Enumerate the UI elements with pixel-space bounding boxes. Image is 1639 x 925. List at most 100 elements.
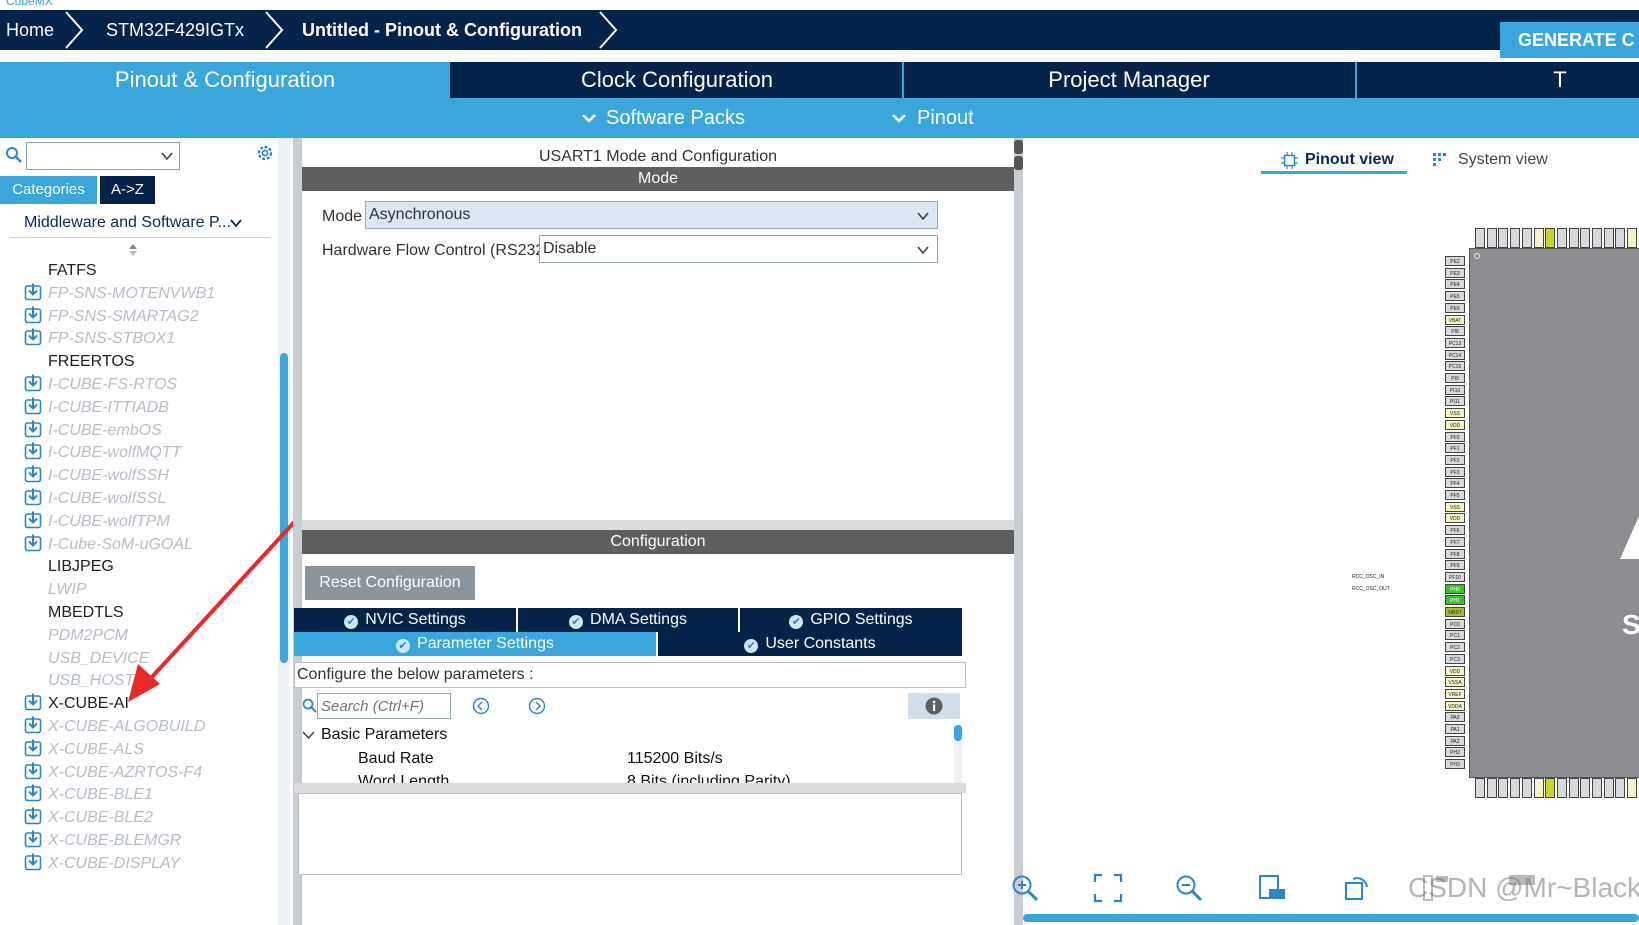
chip-pin[interactable]: PF8: [1445, 548, 1465, 559]
list-item[interactable]: FREERTOS: [24, 350, 135, 373]
collapse-handle[interactable]: [1014, 156, 1023, 170]
chip-body[interactable]: ST: [1469, 248, 1639, 778]
next-match-icon[interactable]: [528, 697, 546, 715]
basic-parameters-group[interactable]: Basic Parameters: [321, 726, 447, 744]
tab-gpio-settings[interactable]: ✔ GPIO Settings: [740, 608, 962, 632]
chip-pin[interactable]: [1486, 778, 1497, 798]
breadcrumb-device[interactable]: STM32F429IGTx: [106, 10, 244, 50]
breadcrumb-home[interactable]: Home: [6, 10, 54, 50]
chip-pin[interactable]: PI8: [1445, 326, 1465, 337]
list-item[interactable]: I-CUBE-embOS: [24, 419, 162, 442]
list-item[interactable]: I-CUBE-ITTIADB: [24, 396, 169, 419]
chip-pin[interactable]: PA0: [1445, 712, 1465, 723]
list-item[interactable]: I-CUBE-wolfMQTT: [24, 441, 181, 464]
chip-pin[interactable]: VREF: [1445, 688, 1465, 699]
chip-pin[interactable]: [1627, 778, 1638, 798]
chip-pin[interactable]: [1510, 778, 1521, 798]
chip-pin[interactable]: [1545, 228, 1556, 248]
chip-pin[interactable]: PH0: [1445, 583, 1465, 594]
info-button[interactable]: [908, 693, 960, 719]
chip-pin[interactable]: PF3: [1445, 466, 1465, 477]
chip-pin[interactable]: [1521, 778, 1532, 798]
chip-pin[interactable]: VBAT: [1445, 314, 1465, 325]
chip-pin[interactable]: [1556, 778, 1567, 798]
list-item[interactable]: FP-SNS-MOTENVWB1: [24, 282, 215, 305]
rotate-icon[interactable]: [1341, 873, 1371, 903]
chip-pin[interactable]: PE4: [1445, 279, 1465, 290]
baud-rate-value[interactable]: 115200 Bits/s: [627, 750, 723, 768]
chip-pin[interactable]: PH3: [1445, 759, 1465, 770]
chip-pin[interactable]: [1521, 228, 1532, 248]
chip-pin[interactable]: NRST: [1445, 607, 1465, 617]
chip-pin[interactable]: PE3: [1445, 267, 1465, 278]
list-item[interactable]: USB_DEVICE: [24, 647, 149, 670]
chip-pin[interactable]: PI9: [1445, 373, 1465, 383]
tab-system-view[interactable]: System view: [1433, 146, 1563, 174]
list-item[interactable]: X-CUBE-ALS: [24, 738, 144, 761]
chip-pin[interactable]: PF7: [1445, 536, 1465, 547]
chip-pin[interactable]: PC1: [1445, 630, 1465, 641]
list-item[interactable]: X-CUBE-AZRTOS-F4: [24, 761, 202, 784]
chip-pin[interactable]: VDD: [1445, 665, 1465, 676]
chip-pin[interactable]: PE2: [1445, 256, 1465, 266]
chip-pin[interactable]: [1510, 228, 1521, 248]
list-item[interactable]: LWIP: [24, 578, 87, 601]
list-item[interactable]: MBEDTLS: [24, 601, 124, 624]
chip-pin[interactable]: VDDA: [1445, 700, 1465, 711]
chip-pin[interactable]: PC3: [1445, 653, 1465, 664]
flow-control-select[interactable]: Disable: [539, 235, 938, 263]
chip-pin[interactable]: [1592, 228, 1602, 248]
list-item[interactable]: X-CUBE-BLEMGR: [24, 829, 181, 852]
reset-configuration-button[interactable]: Reset Configuration: [305, 566, 475, 600]
list-item[interactable]: I-Cube-SoM-uGOAL: [24, 533, 193, 556]
chip-pin[interactable]: VDD: [1445, 513, 1465, 524]
chip-pin[interactable]: [1615, 228, 1626, 248]
chip-pin[interactable]: [1603, 228, 1614, 248]
panel-splitter[interactable]: [1014, 138, 1023, 925]
tab-dma-settings[interactable]: ✔ DMA Settings: [518, 608, 738, 632]
chip-pin[interactable]: [1615, 778, 1626, 798]
generate-code-button[interactable]: GENERATE C: [1500, 22, 1639, 58]
chevron-down-icon[interactable]: [302, 730, 315, 740]
zoom-in-icon[interactable]: [1010, 873, 1040, 903]
chip-pin[interactable]: PF5: [1445, 490, 1465, 500]
chip-pin[interactable]: PF10: [1445, 571, 1465, 582]
chip-pin[interactable]: [1580, 778, 1591, 798]
chip-pin[interactable]: PA2: [1445, 735, 1465, 746]
breadcrumb-project[interactable]: Untitled - Pinout & Configuration: [302, 10, 582, 50]
chip-pin[interactable]: [1627, 228, 1638, 248]
list-item[interactable]: USB_HOST: [24, 669, 134, 692]
chip-pin[interactable]: PF2: [1445, 454, 1465, 465]
chip-pin[interactable]: PF0: [1445, 431, 1465, 442]
tab-pinout-configuration[interactable]: Pinout & Configuration: [0, 62, 450, 98]
horizontal-scrollbar-thumb[interactable]: [1023, 914, 1639, 922]
category-dropdown[interactable]: Middleware and Software P...: [10, 208, 270, 238]
zoom-out-icon[interactable]: [1174, 873, 1204, 903]
chip-pin[interactable]: PC15: [1445, 361, 1465, 372]
mcu-chip[interactable]: ST PE2PE3PE4PE5PE6VBATPI8PC13PC14PC15PI9…: [1352, 228, 1639, 868]
list-item[interactable]: I-CUBE-wolfTPM: [24, 510, 170, 533]
list-item[interactable]: LIBJPEG: [24, 555, 114, 578]
chip-pin[interactable]: [1498, 778, 1509, 798]
chip-pin[interactable]: [1568, 778, 1579, 798]
list-item[interactable]: PDM2PCM: [24, 624, 128, 647]
software-packs-menu[interactable]: Software Packs: [606, 98, 745, 138]
list-item[interactable]: X-CUBE-BLE1: [24, 783, 153, 806]
chip-pin[interactable]: [1556, 228, 1567, 248]
collapse-handle[interactable]: [1014, 140, 1023, 154]
chip-pin[interactable]: VSSA: [1445, 677, 1465, 688]
parameter-search-input[interactable]: [317, 693, 451, 719]
chip-pin[interactable]: PI10: [1445, 384, 1465, 395]
pinout-menu[interactable]: Pinout: [917, 98, 974, 138]
chip-pin[interactable]: [1475, 778, 1485, 798]
mode-select[interactable]: Asynchronous: [365, 201, 938, 229]
tab-tools[interactable]: T: [1545, 62, 1575, 98]
chip-pin[interactable]: PC13: [1445, 337, 1465, 348]
list-item[interactable]: I-CUBE-FS-RTOS: [24, 373, 177, 396]
chip-pin[interactable]: [1475, 228, 1485, 248]
list-item[interactable]: I-CUBE-wolfSSL: [24, 487, 166, 510]
chip-pin[interactable]: [1486, 228, 1497, 248]
list-item[interactable]: FATFS: [24, 259, 97, 282]
tab-parameter-settings[interactable]: ✔ Parameter Settings: [294, 632, 656, 656]
previous-match-icon[interactable]: [472, 697, 490, 715]
